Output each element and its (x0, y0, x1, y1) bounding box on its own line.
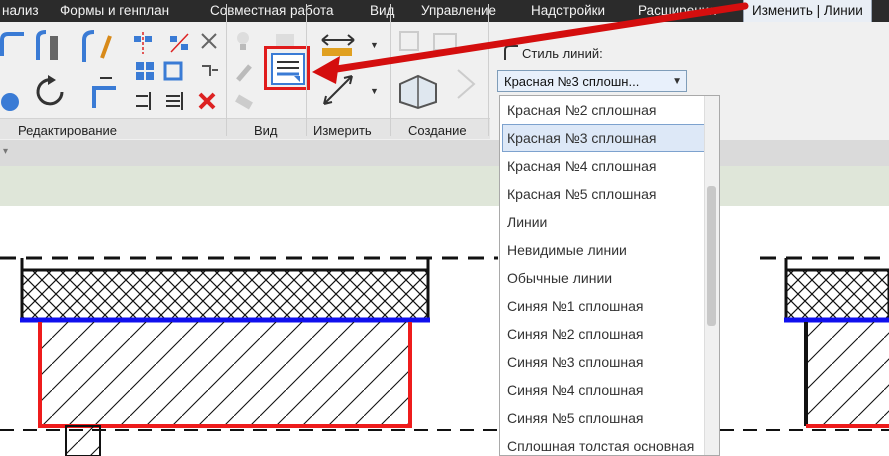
panel-label-measure: Измерить (313, 123, 372, 138)
dropdown-item-selected[interactable]: Красная №3 сплошная (502, 124, 705, 152)
lightbulb-icon[interactable] (234, 30, 252, 52)
create-parts-icon[interactable] (396, 70, 442, 110)
delete-icon[interactable] (196, 90, 218, 112)
line-style-dropdown[interactable]: Красная №2 сплошная Красная №3 сплошная … (499, 95, 720, 456)
mirror-axis-icon[interactable] (132, 32, 154, 54)
menu-analyze[interactable]: нализ (2, 0, 39, 22)
rotate-icon[interactable] (34, 74, 68, 110)
measure-distance-icon[interactable] (318, 30, 358, 60)
line-style-value: Красная №3 сплошн... (504, 74, 640, 89)
dropdown-item[interactable]: Обычные линии (500, 264, 719, 292)
drawing-canvas[interactable] (0, 206, 889, 456)
line-style-label: Стиль линий: (522, 46, 603, 61)
move-icon[interactable] (0, 78, 22, 112)
trim-multiple-icon[interactable] (164, 90, 186, 112)
aligned-dimension-icon[interactable] (318, 70, 358, 110)
trim-extend-corner-icon[interactable] (88, 74, 118, 110)
create-assembly-icon[interactable] (430, 30, 460, 52)
dropdown-item[interactable]: Красная №5 сплошная (500, 180, 719, 208)
scrollbar-thumb[interactable] (707, 186, 716, 326)
dropdown-item[interactable]: Синяя №4 сплошная (500, 376, 719, 404)
view-tab-strip (0, 166, 889, 206)
dropdown-item[interactable]: Сплошная толстая основная (500, 432, 719, 455)
menu-manage[interactable]: Управление (421, 0, 496, 22)
line-style-icon (504, 45, 518, 60)
dropdown-item[interactable]: Линии (500, 208, 719, 236)
menu-extensions[interactable]: Расширения (638, 0, 717, 22)
dropdown-item[interactable]: Синяя №5 сплошная (500, 404, 719, 432)
align-icon[interactable] (0, 30, 30, 60)
menu-massing-site[interactable]: Формы и генплан (60, 0, 169, 22)
linework-icon[interactable] (234, 92, 254, 112)
panel-label-create: Создание (408, 123, 467, 138)
pin-icon[interactable] (198, 30, 220, 52)
chevron-down-icon[interactable]: ▼ (370, 40, 379, 50)
collapse-icon[interactable]: ▾ (3, 146, 8, 157)
dropdown-item[interactable]: Красная №4 сплошная (500, 152, 719, 180)
mirror-draw-axis-icon[interactable] (168, 32, 190, 54)
split-element-icon[interactable] (34, 30, 64, 64)
offset-icon[interactable] (80, 30, 114, 64)
panel-separator (226, 4, 227, 136)
dropdown-item[interactable]: Невидимые линии (500, 236, 719, 264)
dropdown-scrollbar[interactable] (704, 96, 719, 455)
array-icon[interactable] (162, 60, 184, 82)
copy-icon[interactable] (134, 60, 156, 82)
menu-bar: нализ Формы и генплан Совместная работа … (0, 0, 889, 23)
paint-brush-icon[interactable] (234, 62, 254, 84)
panel-separator (488, 4, 489, 136)
panel-label-editing: Редактирование (18, 123, 118, 138)
dropdown-item[interactable]: Синяя №3 сплошная (500, 348, 719, 376)
dropdown-item[interactable]: Синяя №2 сплошная (500, 320, 719, 348)
tab-modify-lines[interactable]: Изменить | Линии (743, 0, 872, 23)
dropdown-item[interactable]: Синяя №1 сплошная (500, 292, 719, 320)
unpin-icon[interactable] (198, 60, 220, 82)
panel-label-view: Вид (254, 123, 278, 138)
menu-addins[interactable]: Надстройки (531, 0, 605, 22)
highlight-box (264, 46, 310, 90)
panel-separator (306, 4, 307, 136)
trim-single-icon[interactable] (134, 90, 156, 112)
dropdown-item[interactable]: Красная №2 сплошная (500, 96, 719, 124)
menu-collaborate[interactable]: Совместная работа (210, 0, 334, 22)
create-group-icon[interactable] (398, 30, 420, 52)
line-style-select[interactable]: Красная №3 сплошн... ▼ (497, 70, 687, 92)
properties-strip (0, 140, 889, 166)
similar-icon[interactable] (452, 64, 480, 104)
chevron-down-icon: ▼ (672, 76, 682, 87)
chevron-down-icon[interactable]: ▼ (370, 86, 379, 96)
panel-separator (390, 4, 391, 136)
